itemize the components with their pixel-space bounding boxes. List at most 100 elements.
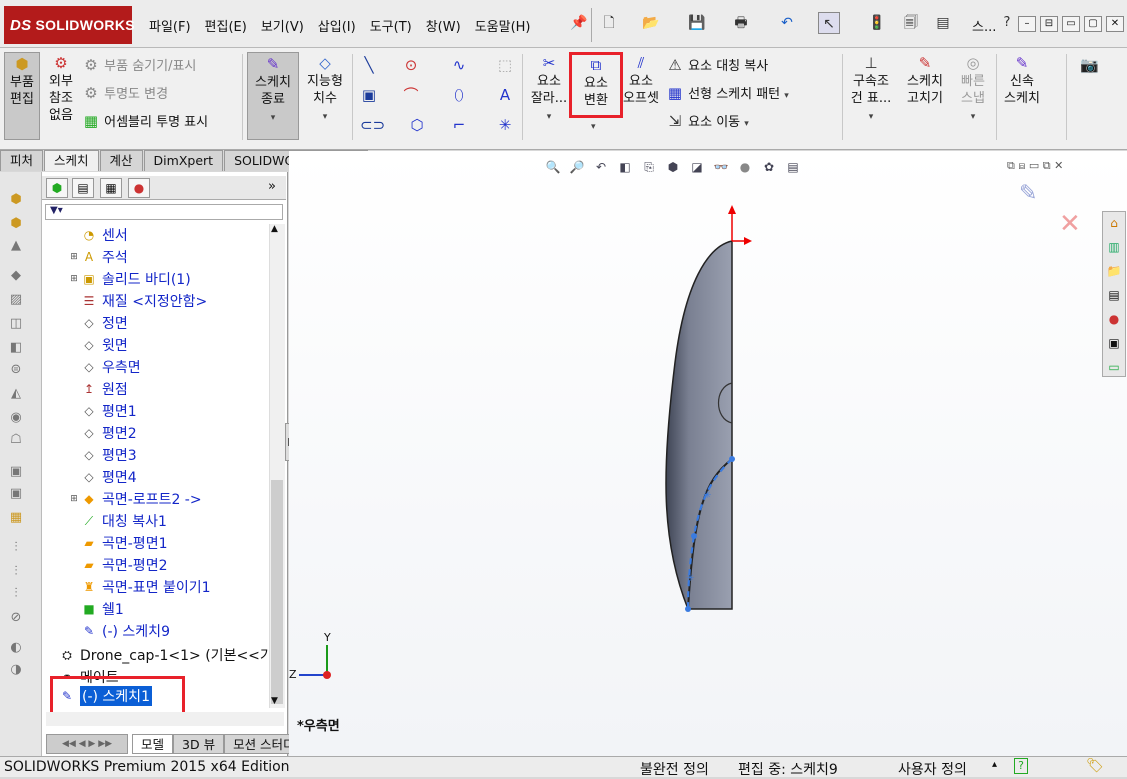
- tree-horizontal-scrollbar[interactable]: [46, 712, 284, 726]
- rectangle-tool-icon[interactable]: ▣: [360, 86, 378, 104]
- feature-tool-icon[interactable]: ◉: [6, 408, 26, 428]
- rebuild-traffic-light-icon[interactable]: 🚦: [866, 12, 888, 34]
- menu-item[interactable]: 파일(F): [142, 14, 198, 37]
- smart-dimension-button[interactable]: ◇ 지능형 치수 ▾: [302, 54, 348, 126]
- quick-snaps-button[interactable]: ◎ 빠른 스냅 ▾: [952, 54, 994, 126]
- bottom-tab[interactable]: 3D 뷰: [173, 734, 225, 754]
- command-tab[interactable]: 피처: [0, 150, 44, 171]
- text-tool-icon[interactable]: A: [496, 86, 514, 104]
- hide-show-components-button[interactable]: ⚙ 부품 숨기기/표시: [82, 56, 196, 75]
- bottom-tab[interactable]: 모델: [132, 734, 174, 754]
- linear-pattern-button[interactable]: ▦ 선형 스케치 패턴 ▾: [666, 84, 789, 105]
- edit-component-button[interactable]: ⬢ 부품 편집: [4, 52, 40, 140]
- scroll-up-icon[interactable]: ▲: [271, 224, 278, 234]
- feature-tool-icon[interactable]: ◧: [6, 338, 26, 358]
- tree-item[interactable]: ◇ 평면2: [68, 422, 136, 444]
- help-button-icon[interactable]: ⊟: [1040, 16, 1058, 32]
- tree-item[interactable]: ▰ 곡면-평면2: [68, 554, 167, 576]
- forum-icon[interactable]: ▭: [1105, 358, 1123, 376]
- assembly-transparency-button[interactable]: ▦ 어셈블리 투명 표시: [82, 112, 208, 131]
- line-tool-icon[interactable]: ╲: [360, 56, 378, 74]
- feature-tool-icon[interactable]: ⫶: [6, 538, 26, 558]
- convert-dropdown-icon[interactable]: ▾: [591, 122, 596, 132]
- select-arrow-icon[interactable]: ↖: [818, 12, 840, 34]
- restore-down-icon[interactable]: –: [1018, 16, 1036, 32]
- tag-icon[interactable]: 🏷: [1086, 758, 1104, 774]
- tree-scroll-thumb[interactable]: [271, 480, 283, 704]
- tree-item[interactable]: ◇ 윗면: [68, 334, 127, 356]
- circle-tool-icon[interactable]: ⊙: [402, 56, 420, 74]
- expand-icon[interactable]: ⊞: [68, 252, 80, 262]
- file-explorer-icon[interactable]: ▤: [1105, 286, 1123, 304]
- save-icon[interactable]: 💾: [686, 12, 708, 34]
- polygon-tool-icon[interactable]: ⬡: [408, 116, 426, 134]
- menu-item[interactable]: 도움말(H): [468, 14, 538, 37]
- convert-entities-button[interactable]: ⧉ 요소 변환: [569, 52, 623, 118]
- close-window-icon[interactable]: ✕: [1106, 16, 1124, 32]
- feature-tool-icon[interactable]: ⬢: [6, 190, 26, 210]
- scroll-down-icon[interactable]: ▼: [271, 696, 278, 706]
- change-transparency-button[interactable]: ⚙ 투명도 변경: [82, 84, 168, 103]
- expand-panel-icon[interactable]: »: [268, 179, 276, 194]
- menu-item[interactable]: 삽입(I): [311, 14, 363, 37]
- tree-item[interactable]: ✎ (-) 스케치9: [68, 620, 170, 642]
- tree-item[interactable]: ■ 쉘1: [68, 598, 123, 620]
- display-relations-button[interactable]: ⊥ 구속조 건 표... ▾: [846, 54, 896, 126]
- search-commands-label[interactable]: 스...: [972, 16, 996, 35]
- unit-dropdown-icon[interactable]: ▴: [992, 759, 997, 770]
- tree-item[interactable]: ▰ 곡면-평면1: [68, 532, 167, 554]
- sketch-fillet-icon[interactable]: ⬚: [496, 56, 514, 74]
- slot-tool-icon[interactable]: ⊂⊃: [360, 116, 385, 134]
- tree-item[interactable]: ↥ 원점: [68, 378, 128, 400]
- feature-tool-icon[interactable]: ▲: [6, 236, 26, 256]
- tree-item[interactable]: ◇ 평면4: [68, 466, 136, 488]
- feature-tool-icon[interactable]: ⊘: [6, 608, 26, 628]
- spline-tool-icon[interactable]: ∿: [450, 56, 468, 74]
- resources-icon[interactable]: ▥: [1105, 238, 1123, 256]
- offset-entities-button[interactable]: ⫽ 요소 오프셋: [620, 54, 662, 107]
- menu-item[interactable]: 창(W): [419, 14, 468, 37]
- open-folder-icon[interactable]: 📂: [640, 12, 662, 34]
- feature-tool-icon[interactable]: ◭: [6, 384, 26, 404]
- solidworks-logo[interactable]: DS SOLIDWORKS: [4, 6, 135, 44]
- point-tool-icon[interactable]: ✳: [496, 116, 514, 134]
- tree-item[interactable]: ◇ 우측면: [68, 356, 140, 378]
- arc-tool-icon[interactable]: ⌒: [402, 86, 420, 104]
- mirror-entities-button[interactable]: ⚠ 요소 대칭 복사: [666, 56, 768, 75]
- undo-icon[interactable]: ↶: [776, 12, 798, 34]
- custom-properties-icon[interactable]: ▣: [1105, 334, 1123, 352]
- feature-tool-icon[interactable]: ⬢: [6, 214, 26, 234]
- no-external-refs-button[interactable]: ⚙ 외부 참조 없음: [44, 54, 78, 124]
- sketch-chamfer-icon[interactable]: ⌐: [450, 116, 468, 134]
- feature-tool-icon[interactable]: ◐: [6, 638, 26, 658]
- repair-sketch-button[interactable]: ✎ 스케치 고치기: [900, 54, 950, 107]
- menu-item[interactable]: 편집(E): [198, 14, 254, 37]
- feature-tool-icon[interactable]: ▣: [6, 484, 26, 504]
- tree-item[interactable]: ◇ 정면: [68, 312, 127, 334]
- tree-item[interactable]: ⊞ ◆ 곡면-로프트2 ->: [68, 488, 201, 510]
- rapid-sketch-button[interactable]: ✎ 신속 스케치: [1000, 54, 1044, 107]
- help-question-icon[interactable]: ?: [996, 12, 1018, 34]
- tree-item[interactable]: ⊞ A 주석: [68, 246, 128, 268]
- tree-item[interactable]: ⟋ 대칭 복사1: [68, 510, 167, 532]
- tree-item[interactable]: ◇ 평면3: [68, 444, 136, 466]
- feature-tool-icon[interactable]: ⊜: [6, 360, 26, 380]
- menu-item[interactable]: 보기(V): [254, 14, 311, 37]
- expand-icon[interactable]: ⊞: [68, 494, 80, 504]
- tab-scroll-arrows-icon[interactable]: ◀◀ ◀ ▶ ▶▶: [46, 734, 128, 754]
- command-tab[interactable]: 계산: [99, 150, 143, 171]
- feature-tool-icon[interactable]: ◆: [6, 266, 26, 286]
- file-properties-icon[interactable]: 🗐: [900, 12, 922, 34]
- pin-icon[interactable]: 📌: [568, 12, 590, 34]
- maximize-icon[interactable]: ▢: [1084, 16, 1102, 32]
- feature-tool-icon[interactable]: ◫: [6, 314, 26, 334]
- feature-tool-icon[interactable]: ◑: [6, 660, 26, 680]
- tree-item-sketch1[interactable]: ✎ (-) 스케치1: [58, 685, 152, 707]
- ellipse-tool-icon[interactable]: ⬯: [450, 86, 468, 104]
- camera-icon[interactable]: 📷: [1080, 56, 1099, 74]
- tile-window-icon[interactable]: ▭: [1062, 16, 1080, 32]
- tree-item[interactable]: ⊞ ▣ 솔리드 바디(1): [68, 268, 190, 290]
- tree-item[interactable]: ♜ 곡면-표면 붙이기1: [68, 576, 211, 598]
- feature-tool-icon[interactable]: ▨: [6, 290, 26, 310]
- print-icon[interactable]: 🖶: [730, 12, 752, 34]
